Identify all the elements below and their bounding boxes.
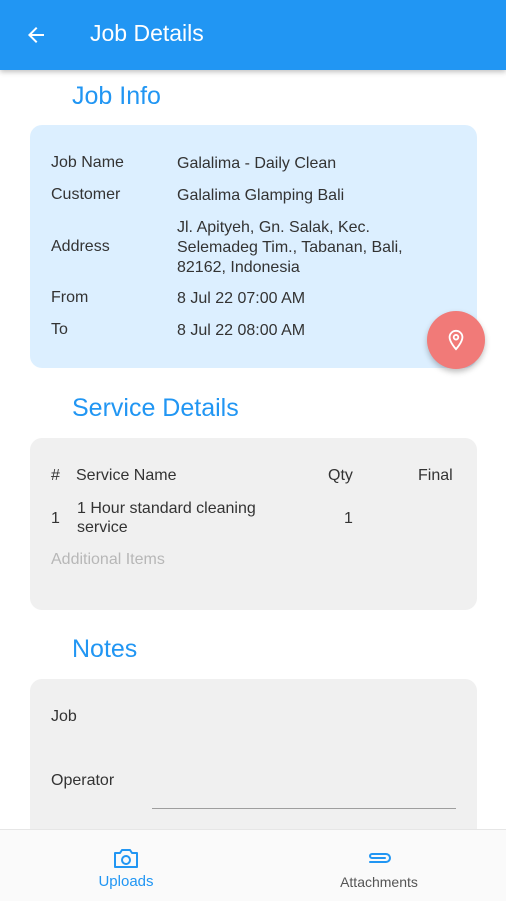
col-service-name-header: Service Name	[76, 467, 177, 484]
service-row-number: 1	[51, 510, 60, 527]
col-final-header: Final	[418, 467, 453, 484]
bottom-navigation: Uploads Attachments	[0, 829, 506, 901]
address-value: Jl. Apityeh, Gn. Salak, Kec. Selemadeg T…	[177, 219, 403, 276]
service-details-heading: Service Details	[72, 394, 239, 422]
address-label: Address	[51, 238, 110, 255]
nav-uploads-label: Uploads	[98, 873, 154, 890]
nav-attachments-label: Attachments	[340, 874, 418, 890]
job-name-value: Galalima - Daily Clean	[177, 155, 337, 172]
nav-attachments[interactable]: Attachments	[279, 830, 479, 901]
col-number-header: #	[51, 467, 60, 484]
operator-notes-label: Operator	[51, 772, 115, 789]
to-value: 8 Jul 22 08:00 AM	[177, 322, 306, 339]
job-notes-label: Job	[51, 708, 77, 725]
location-button[interactable]	[427, 311, 485, 369]
to-label: To	[51, 321, 68, 338]
job-name-label: Job Name	[51, 154, 124, 171]
col-qty-header: Qty	[328, 467, 353, 484]
customer-label: Customer	[51, 186, 121, 203]
notes-heading: Notes	[72, 635, 138, 663]
job-info-heading: Job Info	[72, 82, 161, 110]
from-label: From	[51, 289, 89, 306]
app-bar: Job Details	[0, 0, 506, 70]
notes-card	[30, 679, 477, 839]
operator-notes-input[interactable]	[152, 808, 456, 809]
page-title: Job Details	[90, 20, 204, 46]
back-button[interactable]	[18, 17, 54, 53]
service-row-qty: 1	[344, 510, 353, 527]
customer-value: Galalima Glamping Bali	[177, 187, 345, 204]
nav-uploads[interactable]: Uploads	[26, 830, 226, 901]
service-row-name: 1 Hour standard cleaning service	[77, 500, 256, 536]
paperclip-icon	[369, 853, 391, 863]
arrow-left-icon	[28, 27, 44, 43]
map-pin-icon	[448, 329, 464, 351]
from-value: 8 Jul 22 07:00 AM	[177, 290, 306, 307]
additional-items-label: Additional Items	[51, 551, 165, 568]
camera-icon	[114, 849, 138, 868]
